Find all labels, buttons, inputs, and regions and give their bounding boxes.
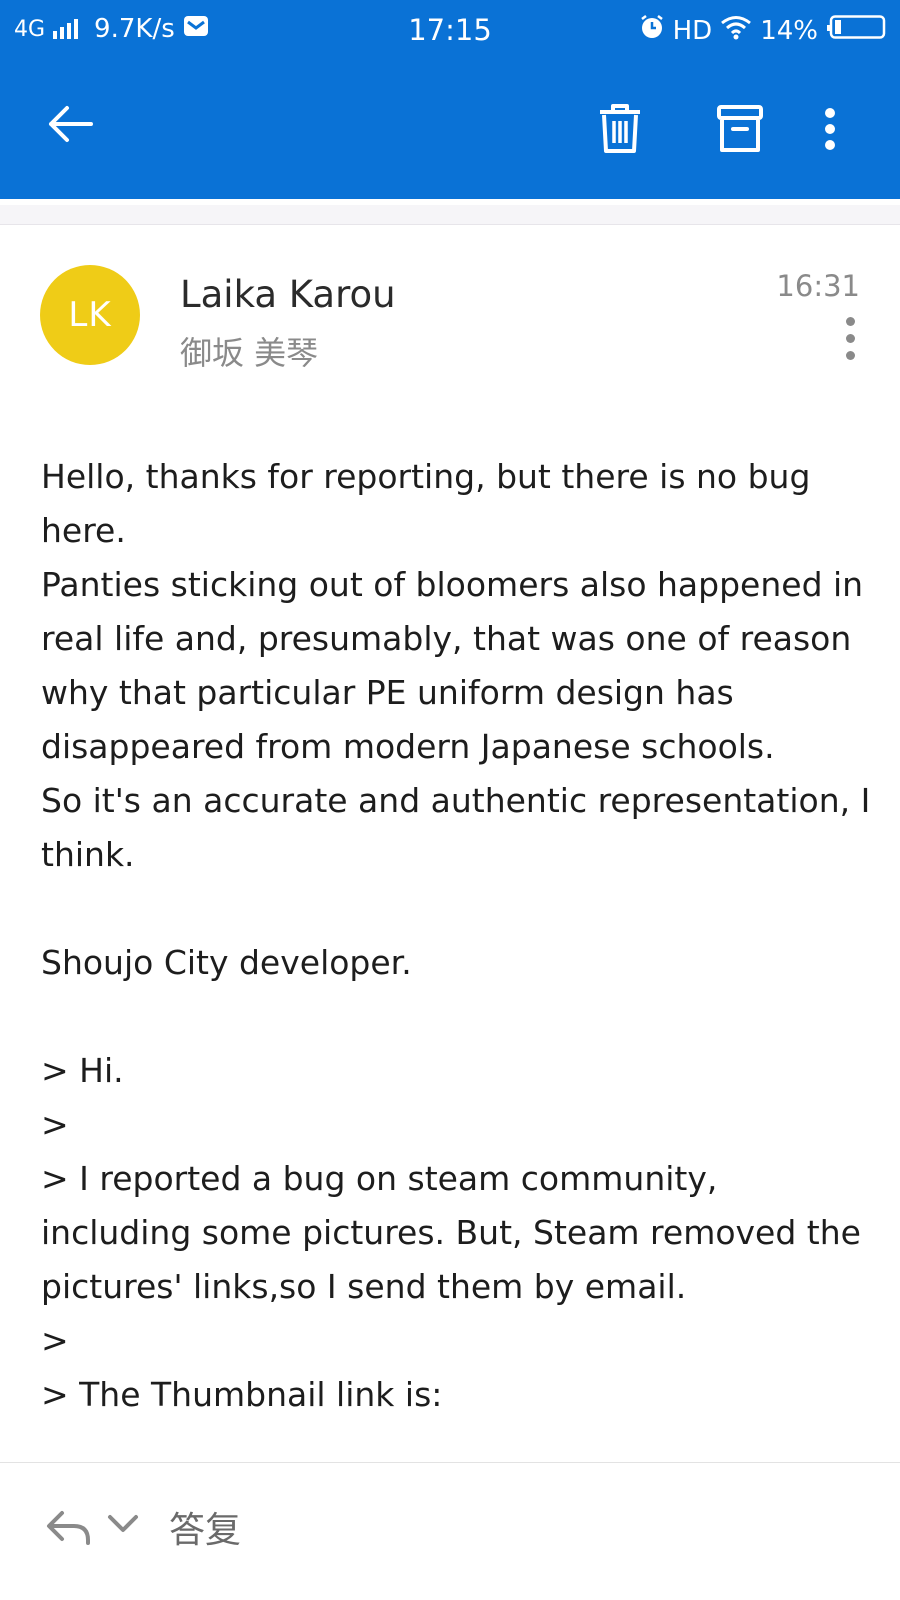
status-bar: 4G 9.7K/s 17:15 HD 14% xyxy=(0,0,900,64)
body-line: Hello, thanks for reporting, but there i… xyxy=(41,457,821,550)
alarm-icon xyxy=(639,14,665,47)
reply-options-button[interactable] xyxy=(106,1513,140,1539)
body-line: So it's an accurate and authentic repres… xyxy=(41,781,871,874)
body-line: > xyxy=(41,1321,69,1360)
body-line: > I reported a bug on steam community, i… xyxy=(41,1159,871,1306)
reply-label[interactable]: 答复 xyxy=(169,1501,241,1553)
battery-icon xyxy=(826,15,886,46)
toolbar xyxy=(0,64,900,199)
sender-alias: 御坂 美琴 xyxy=(180,334,319,372)
battery-level: 14% xyxy=(760,15,818,46)
sender-name[interactable]: Laika Karou xyxy=(180,273,396,316)
body-line: Panties sticking out of bloomers also ha… xyxy=(41,565,864,766)
divider-band xyxy=(0,205,900,225)
more-options-button[interactable] xyxy=(805,89,855,169)
message-more-button[interactable] xyxy=(842,317,858,363)
reply-button[interactable] xyxy=(44,1507,94,1551)
body-line: > The Thumbnail link is: xyxy=(41,1375,443,1414)
message-time: 16:31 xyxy=(776,269,860,303)
body-line: Shoujo City developer. xyxy=(41,943,412,982)
hd-indicator: HD xyxy=(672,15,713,46)
reply-icon xyxy=(47,1511,90,1545)
body-line xyxy=(41,882,871,936)
reply-bar: 答复 xyxy=(0,1462,900,1600)
message-body: Hello, thanks for reporting, but there i… xyxy=(41,450,871,1455)
more-vertical-icon xyxy=(825,108,835,150)
trash-icon xyxy=(600,104,640,153)
body-line: > xyxy=(41,1105,69,1144)
back-button[interactable] xyxy=(35,89,105,159)
archive-icon xyxy=(717,105,763,152)
status-right: HD 14% xyxy=(639,14,886,47)
avatar[interactable]: LK xyxy=(40,265,140,365)
chevron-down-icon xyxy=(108,1515,138,1532)
archive-button[interactable] xyxy=(700,89,780,169)
wifi-icon xyxy=(720,14,752,47)
body-line: > Hi. xyxy=(41,1051,124,1090)
arrow-left-icon xyxy=(49,106,93,142)
body-line xyxy=(41,990,871,1044)
message-header: LK Laika Karou 御坂 美琴 16:31 xyxy=(0,225,900,395)
delete-button[interactable] xyxy=(580,89,660,169)
